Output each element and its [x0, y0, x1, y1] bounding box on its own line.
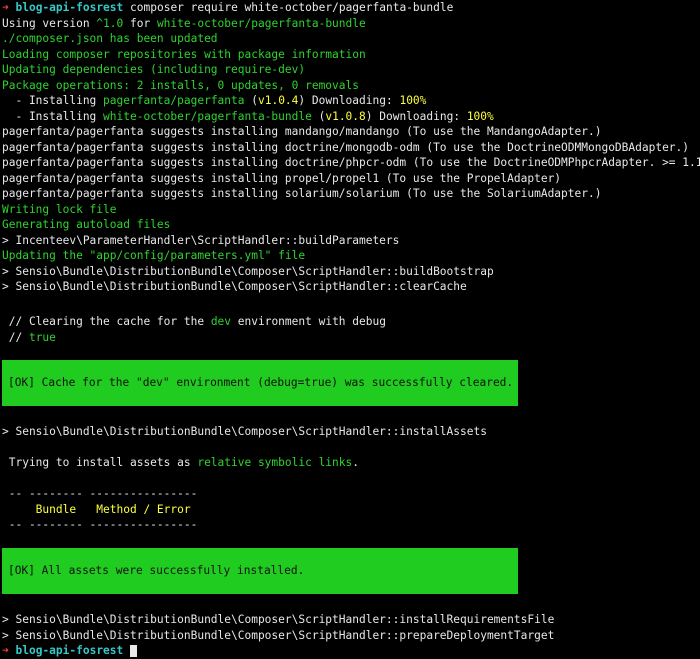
trying-suffix: .	[352, 456, 359, 469]
ok-assets-installed-box: [OK] All assets were successfully instal…	[2, 548, 518, 594]
writing-lock-file: Writing lock file	[2, 202, 117, 216]
suggest-line: pagerfanta/pagerfanta suggests installin…	[2, 187, 602, 200]
install-line-pagerfanta: - Installing pagerfanta/pagerfanta (v1.0…	[2, 93, 700, 109]
trying-install-line: Trying to install assets as relative sym…	[2, 455, 700, 471]
using-version-line: Using version ^1.0 for white-october/pag…	[2, 16, 700, 32]
prompt-line: ➜ blog-api-fosrest composer require whit…	[2, 0, 700, 16]
install-open: (	[311, 109, 326, 123]
suggest-line: pagerfanta/pagerfanta suggests installin…	[2, 125, 602, 138]
clearing-env: dev	[210, 315, 232, 328]
script-prepare-deployment: > Sensio\Bundle\DistributionBundle\Compo…	[2, 628, 555, 642]
clearing-cache-line: // Clearing the cache for the dev enviro…	[2, 314, 700, 330]
install-prefix: - Installing	[2, 109, 104, 123]
generating-autoload: Generating autoload files	[2, 218, 171, 231]
suggest-line: pagerfanta/pagerfanta suggests installin…	[2, 156, 700, 169]
install-version: v1.0.4	[257, 94, 299, 107]
install-open: (	[244, 94, 258, 107]
clearing-debug-prefix: //	[2, 330, 29, 344]
using-version-package: white-october/pagerfanta-bundle	[156, 16, 366, 30]
install-close: ) Downloading:	[365, 109, 467, 123]
clearing-prefix: // Clearing the cache for the	[2, 315, 211, 328]
final-prompt-line[interactable]: ➜ blog-api-fosrest	[2, 643, 700, 659]
suggest-line: pagerfanta/pagerfanta suggests installin…	[2, 171, 562, 185]
prompt-arrow-icon: ➜	[2, 644, 9, 657]
using-version-value: ^1.0	[96, 16, 124, 30]
suggest-line: pagerfanta/pagerfanta suggests installin…	[2, 140, 690, 154]
updating-parameters: Updating the "app/config/parameters.yml"…	[2, 249, 306, 262]
script-build-parameters: > Incenteev\ParameterHandler\ScriptHandl…	[2, 233, 400, 247]
table-border-top: -- -------- ----------------	[2, 487, 198, 500]
install-package: white-october/pagerfanta-bundle	[103, 109, 312, 123]
script-install-assets: > Sensio\Bundle\DistributionBundle\Compo…	[2, 425, 487, 438]
trying-highlight: relative symbolic links	[197, 456, 353, 469]
clearing-debug-line: // true	[2, 330, 700, 346]
prompt-directory: blog-api-fosrest	[15, 644, 124, 657]
prompt-arrow-icon: ➜	[2, 1, 9, 14]
prompt-command: composer require white-october/pagerfant…	[130, 1, 454, 14]
clearing-debug-value: true	[28, 330, 56, 344]
trying-prefix: Trying to install assets as	[2, 456, 198, 469]
install-progress: 100%	[399, 94, 427, 107]
using-version-for: for	[123, 16, 157, 30]
script-build-bootstrap: > Sensio\Bundle\DistributionBundle\Compo…	[2, 264, 494, 278]
script-clear-cache: > Sensio\Bundle\DistributionBundle\Compo…	[2, 280, 467, 293]
ok-cache-cleared-box: [OK] Cache for the "dev" environment (de…	[2, 360, 518, 406]
table-border-bottom: -- -------- ----------------	[2, 518, 198, 531]
install-package: pagerfanta/pagerfanta	[103, 94, 245, 107]
install-version: v1.0.8	[325, 109, 366, 123]
updating-deps: Updating dependencies (including require…	[2, 63, 306, 76]
composer-json-updated: ./composer.json has been updated	[2, 32, 218, 45]
install-line-bundle: - Installing white-october/pagerfanta-bu…	[2, 109, 700, 125]
terminal-window[interactable]: ➜ blog-api-fosrest composer require whit…	[0, 0, 700, 657]
install-prefix: - Installing	[2, 94, 104, 107]
prompt-directory: blog-api-fosrest	[15, 1, 124, 14]
loading-repos: Loading composer repositories with packa…	[2, 47, 366, 61]
script-install-requirements: > Sensio\Bundle\DistributionBundle\Compo…	[2, 613, 555, 626]
table-header: Bundle Method / Error	[2, 502, 191, 516]
install-close: ) Downloading:	[298, 94, 400, 107]
package-operations: Package operations: 2 installs, 0 update…	[2, 78, 359, 92]
using-version-prefix: Using version	[2, 16, 97, 30]
clearing-suffix: environment with debug	[231, 315, 386, 328]
install-progress: 100%	[466, 109, 494, 123]
